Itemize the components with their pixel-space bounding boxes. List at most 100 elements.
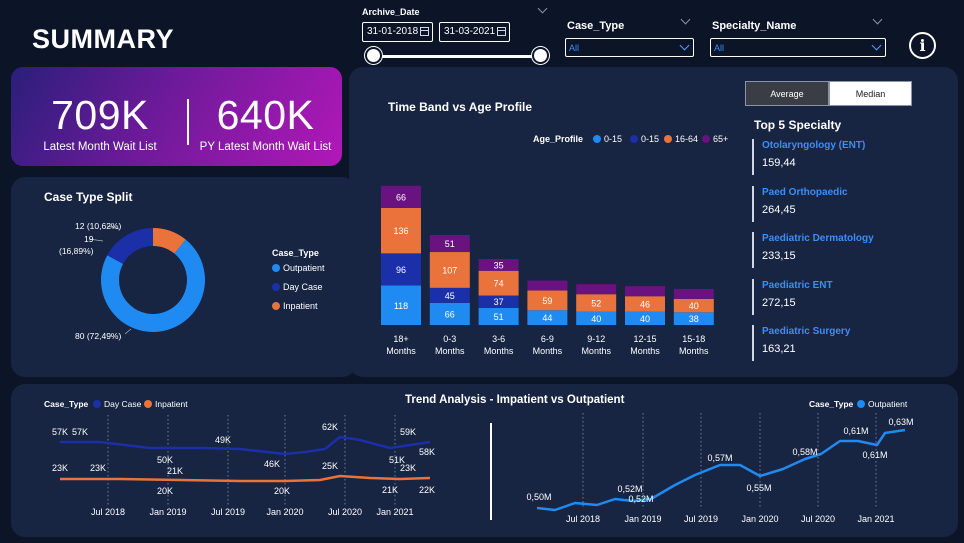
top5-item-value: 264,45: [762, 203, 796, 216]
legend-outpatient[interactable]: Outpatient: [272, 263, 325, 273]
trend-right-legend-title: Case_Type: [809, 399, 854, 409]
calendar-icon[interactable]: [420, 27, 429, 36]
specialty-expand-icon[interactable]: [872, 14, 883, 25]
legend-daycase-label: Day Case: [283, 282, 323, 292]
legend-trend-outpatient[interactable]: Outpatient: [857, 399, 907, 409]
bar-category-label: Months: [630, 346, 660, 356]
top5-item-bar: [752, 325, 754, 361]
daycase-pct-label: (16,89%): [59, 246, 94, 256]
bar-data-label: 51: [445, 239, 455, 249]
outpatient-leader-line: [124, 328, 132, 335]
median-toggle[interactable]: Median: [829, 81, 912, 106]
bar-category-label: Months: [484, 346, 514, 356]
legend-daycase[interactable]: Day Case: [272, 282, 323, 292]
bar-segment-65+[interactable]: [625, 286, 665, 297]
top5-item-name: Paediatric Surgery: [762, 326, 851, 337]
bar-data-label: 66: [445, 309, 455, 319]
bar-category-label: Months: [679, 346, 709, 356]
calendar-icon[interactable]: [497, 27, 506, 36]
info-icon[interactable]: i: [909, 32, 936, 59]
daycase-data-label: 19: [84, 234, 94, 244]
top5-item-name: Otolaryngology (ENT): [762, 140, 866, 151]
bar-category-label: 0-3: [443, 334, 456, 344]
trend-left-tick: Jan 2021: [376, 507, 413, 517]
legend-trend-inpatient[interactable]: Inpatient: [144, 399, 188, 409]
inpatient-data-label: 21K: [382, 485, 398, 495]
average-toggle[interactable]: Average: [745, 81, 829, 106]
outpatient-data-label: 0,52M: [617, 484, 642, 494]
legend-trend-inpatient-label: Inpatient: [155, 399, 188, 409]
daycase-line[interactable]: [60, 435, 431, 456]
bar-segment-65+[interactable]: [527, 280, 568, 291]
archive-date-chevron-icon[interactable]: [537, 3, 548, 14]
date-slider-end-handle[interactable]: [532, 47, 549, 64]
bar-data-label: 66: [396, 192, 406, 202]
trend-divider: [490, 423, 492, 520]
bar-data-label: 51: [494, 312, 504, 322]
inpatient-data-label: 20K: [274, 486, 290, 496]
start-date-input[interactable]: 31-01-2018: [362, 22, 433, 42]
daycase-data-label: 59K: [400, 427, 416, 437]
outpatient-line[interactable]: [536, 428, 906, 512]
bar-category-label: 3-6: [492, 334, 505, 344]
legend-trend-daycase[interactable]: Day Case: [93, 399, 141, 409]
legend-outpatient-label: Outpatient: [283, 263, 325, 273]
trend-left-line-chart[interactable]: Jul 2018 Jan 2019 Jul 2019 Jan 2020 Jul 2020…: [40, 415, 450, 525]
legend-age-0-15-b[interactable]: 0-15: [630, 134, 659, 144]
age-65-dot: [702, 135, 710, 143]
outpatient-data-label: 0,61M: [843, 426, 868, 436]
chevron-down-icon[interactable]: [871, 40, 882, 51]
bar-data-label: 40: [591, 314, 601, 324]
date-range-slider-track[interactable]: [373, 55, 541, 58]
bar-category-label: 12-15: [633, 334, 656, 344]
inpatient-data-label: 20K: [157, 486, 173, 496]
outpatient-data-label: 0,58M: [792, 447, 817, 457]
chevron-down-icon[interactable]: [679, 40, 690, 51]
bar-category-label: 15-18: [682, 334, 705, 344]
case-type-selected: All: [569, 43, 580, 53]
trend-right-tick: Jul 2018: [566, 514, 600, 524]
date-slider-start-handle[interactable]: [365, 47, 382, 64]
bar-segment-65+[interactable]: [673, 288, 714, 299]
legend-trend-outpatient-label: Outpatient: [868, 399, 908, 409]
bar-data-label: 52: [591, 298, 601, 308]
bar-segment-65+[interactable]: [576, 284, 617, 295]
inpatient-data-label: 23K: [400, 463, 416, 473]
legend-age-65[interactable]: 65+: [702, 134, 728, 144]
inpatient-data-label: 12 (10,62%): [75, 221, 122, 231]
kpi-py-value: 640K: [216, 92, 315, 138]
bar-data-label: 40: [640, 314, 650, 324]
bar-category-label: 18+: [393, 334, 408, 344]
time-band-bar-chart[interactable]: 118 96 136 66 18+ Months 66 45 107 51 0-3 Months 51 3…: [370, 175, 730, 360]
outpatient-data-label: 0,61M: [862, 450, 887, 460]
legend-age-0-15-a[interactable]: 0-15: [593, 134, 622, 144]
top5-item-name: Paediatric ENT: [762, 279, 833, 291]
bar-data-label: 74: [494, 279, 504, 289]
trend-left-tick: Jul 2018: [91, 507, 125, 517]
inpatient-dot: [272, 302, 280, 310]
case-type-donut[interactable]: [11, 177, 356, 377]
top5-item-bar: [752, 278, 754, 315]
outpatient-data-label: 0,63M: [888, 417, 913, 427]
bar-data-label: 35: [494, 260, 504, 270]
top5-item-name: Paediatric Dermatology: [762, 233, 874, 244]
legend-age-16-64[interactable]: 16-64: [664, 134, 698, 144]
legend-inpatient[interactable]: Inpatient: [272, 301, 318, 311]
age-0-15b-dot: [630, 135, 638, 143]
legend-age-0-15-b-label: 0-15: [641, 134, 660, 144]
outpatient-data-label: 0,57M: [707, 453, 732, 463]
inpatient-line[interactable]: [60, 474, 431, 483]
end-date-input[interactable]: 31-03-2021: [439, 22, 510, 42]
daycase-slice[interactable]: [107, 228, 153, 264]
trend-right-tick: Jul 2020: [801, 514, 835, 524]
daycase-data-label: 57K: [72, 427, 88, 437]
page-title: SUMMARY: [32, 24, 174, 54]
outpatient-dot: [272, 264, 280, 272]
outpatient-data-label: 0,55M: [746, 483, 771, 493]
outpatient-data-label: 0,50M: [526, 492, 551, 502]
case-type-expand-icon[interactable]: [680, 14, 691, 25]
case-type-select[interactable]: All: [565, 38, 694, 57]
trend-right-line-chart[interactable]: Jul 2018 Jan 2019 Jul 2019 Jan 2020 Jul 2020…: [515, 413, 930, 528]
daycase-data-label: 46K: [264, 459, 280, 469]
specialty-select[interactable]: All: [710, 38, 886, 57]
